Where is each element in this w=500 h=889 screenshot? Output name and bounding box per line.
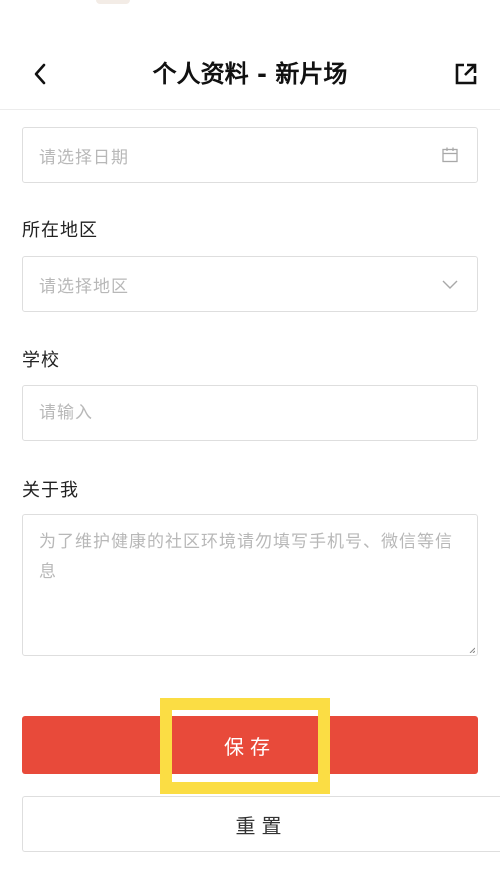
chevron-down-icon: [439, 273, 461, 295]
resize-handle-icon[interactable]: [469, 647, 475, 653]
about-label: 关于我: [22, 480, 79, 501]
school-label: 学校: [22, 350, 60, 371]
school-input[interactable]: [39, 403, 461, 423]
save-button[interactable]: 保存: [22, 716, 478, 774]
nav-header: 个人资料 - 新片场: [0, 40, 500, 110]
top-edge-decoration: [96, 0, 130, 4]
region-label: 所在地区: [22, 220, 98, 241]
page-title: 个人资料 - 新片场: [152, 60, 348, 88]
school-field[interactable]: [22, 385, 478, 441]
profile-edit-page: 个人资料 - 新片场 请选择日期 所在地区 请选择地区 学校 请输入 关于我 为…: [0, 0, 500, 889]
region-placeholder: 请选择地区: [39, 276, 129, 297]
about-field[interactable]: [22, 514, 478, 656]
calendar-icon: [439, 144, 461, 166]
external-link-icon: [455, 63, 477, 85]
date-placeholder: 请选择日期: [39, 147, 129, 168]
reset-button[interactable]: 重置: [22, 796, 500, 852]
share-button[interactable]: [448, 56, 484, 92]
date-picker-field[interactable]: 请选择日期: [22, 127, 478, 183]
about-textarea[interactable]: [23, 515, 477, 655]
region-select[interactable]: 请选择地区: [22, 256, 478, 312]
